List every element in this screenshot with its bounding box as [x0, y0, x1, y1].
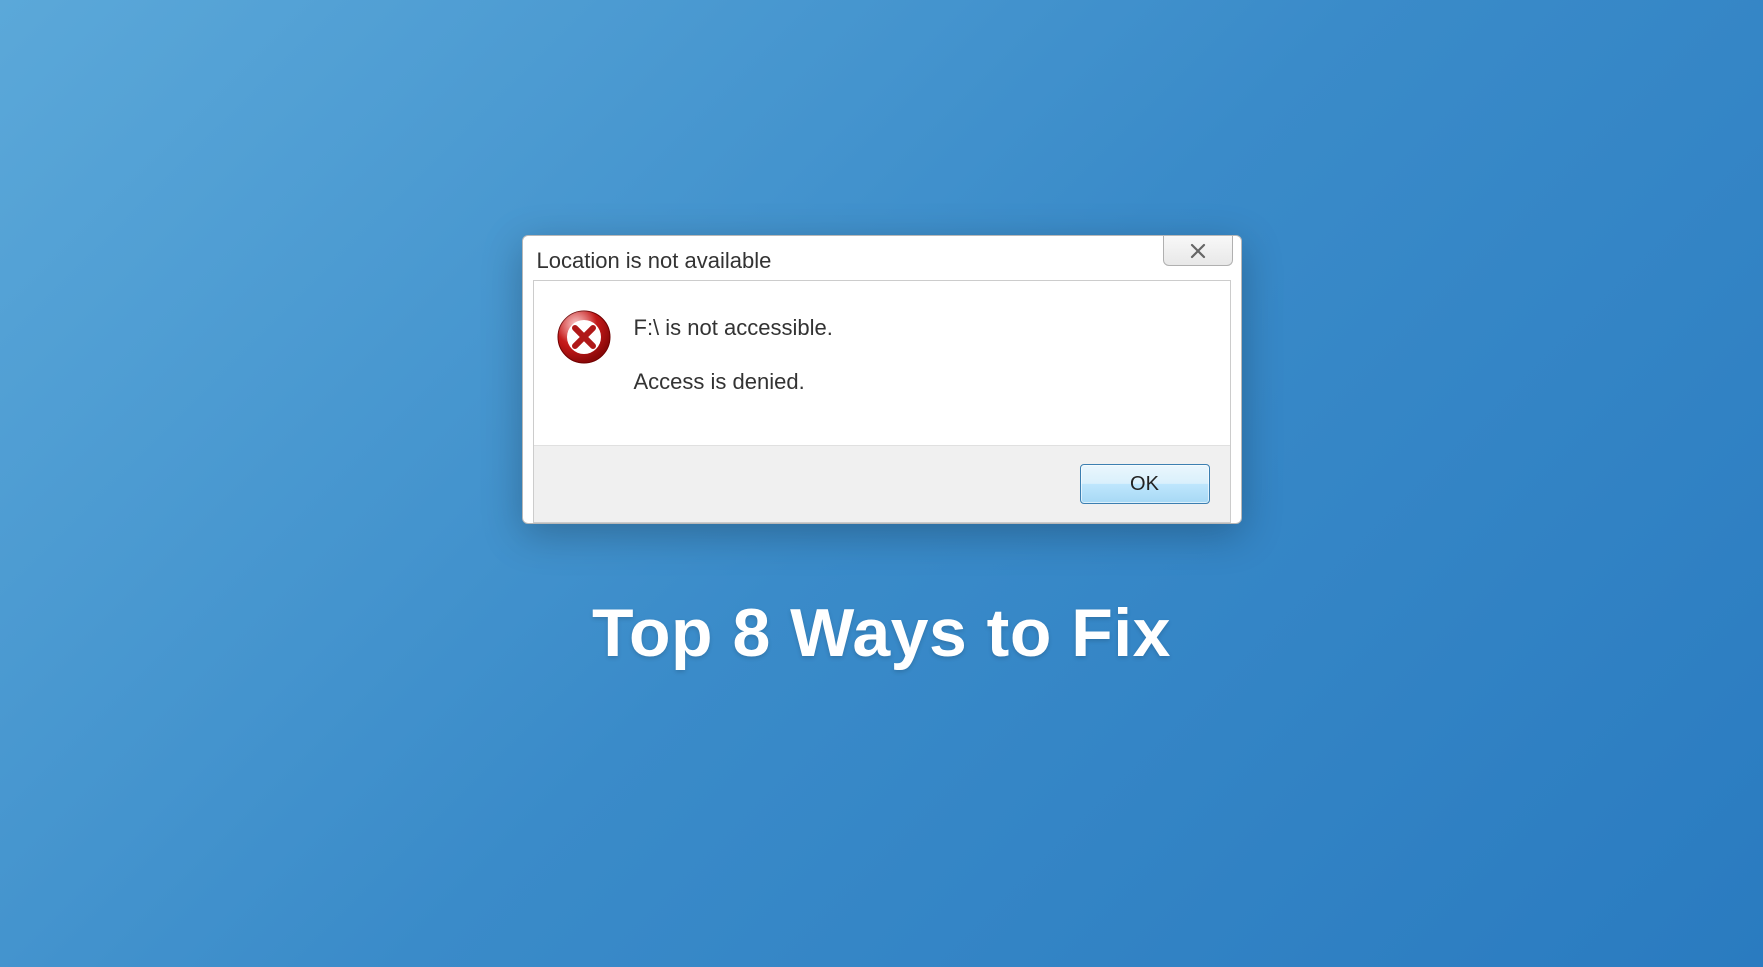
close-button[interactable]	[1163, 236, 1233, 266]
error-message-line2: Access is denied.	[634, 369, 1208, 395]
dialog-content: F:\ is not accessible. Access is denied.…	[533, 280, 1231, 523]
error-icon	[556, 309, 612, 365]
button-bar: OK	[534, 445, 1230, 522]
close-icon	[1186, 243, 1210, 259]
page-caption: Top 8 Ways to Fix	[592, 594, 1171, 672]
error-message-line1: F:\ is not accessible.	[634, 315, 1208, 341]
message-text: F:\ is not accessible. Access is denied.	[634, 309, 1208, 395]
error-dialog: Location is not available	[522, 235, 1242, 524]
dialog-title: Location is not available	[537, 244, 772, 274]
ok-button[interactable]: OK	[1080, 464, 1210, 504]
message-section: F:\ is not accessible. Access is denied.	[534, 281, 1230, 445]
dialog-titlebar: Location is not available	[523, 236, 1241, 280]
